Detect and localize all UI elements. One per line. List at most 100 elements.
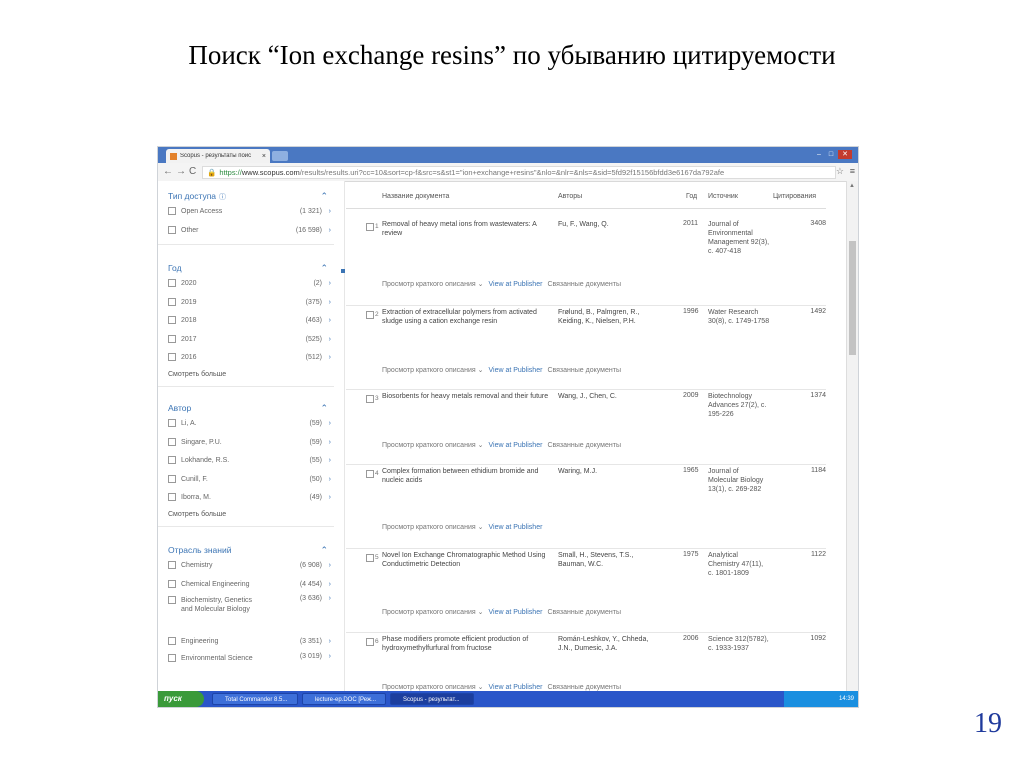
checkbox[interactable] [168,561,176,570]
facet-header[interactable]: Отрасль знаний ⌃ [168,543,334,557]
chevron-right-icon[interactable]: › [329,222,331,241]
facet-item[interactable]: Engineering (3 351) › [168,633,334,652]
checkbox[interactable] [168,353,176,362]
facet-item[interactable]: 2016 (512) › [168,349,334,368]
scrollbar-thumb[interactable] [849,241,856,355]
chevron-right-icon[interactable]: › [329,203,331,222]
browser-menu-icon[interactable]: ≡ [850,166,855,176]
chevron-right-icon[interactable]: › [329,331,331,350]
chevron-down-icon[interactable]: ⌄ [478,524,484,531]
document-title-link[interactable]: Biosorbents for heavy metals removal and… [382,392,552,401]
facet-item[interactable]: 2019 (375) › [168,294,334,313]
column-header-authors[interactable]: Авторы [558,193,582,200]
chevron-up-icon[interactable]: ⌃ [320,401,328,415]
citation-count[interactable]: 1492 [802,308,826,315]
facet-item[interactable]: Other (16 598) › [168,222,334,241]
checkbox[interactable] [168,279,176,288]
chevron-right-icon[interactable]: › [329,434,331,453]
abstract-toggle[interactable]: Просмотр краткого описания [382,524,476,531]
page-scrollbar[interactable]: ▲ [846,181,858,691]
see-more-link[interactable]: Смотреть больше [168,368,334,382]
checkbox[interactable] [168,334,176,343]
chevron-down-icon[interactable]: ⌄ [478,367,484,374]
tab-close-icon[interactable]: × [262,153,266,160]
chevron-right-icon[interactable]: › [329,312,331,331]
abstract-toggle[interactable]: Просмотр краткого описания [382,281,476,288]
authors[interactable]: Waring, M.J. [558,467,650,476]
facet-item[interactable]: Singare, P.U. (59) › [168,434,334,453]
authors[interactable]: Román-Leshkov, Y., Chheda, J.N., Dumesic… [558,635,650,653]
citation-count[interactable]: 1092 [802,635,826,642]
chevron-up-icon[interactable]: ⌃ [320,543,328,557]
info-icon[interactable]: ⓘ [219,194,226,201]
facet-item[interactable]: Cunill, F. (50) › [168,471,334,490]
scroll-up-icon[interactable]: ▲ [849,183,855,189]
authors[interactable]: Fu, F., Wang, Q. [558,220,650,229]
facet-item[interactable]: 2020 (2) › [168,275,334,294]
abstract-toggle[interactable]: Просмотр краткого описания [382,684,476,691]
chevron-right-icon[interactable]: › [329,576,331,595]
facet-item[interactable]: Lokhande, R.S. (55) › [168,452,334,471]
back-arrow-icon[interactable]: ← [163,166,173,177]
related-documents-link[interactable]: Связанные документы [547,609,621,616]
view-at-publisher-link[interactable]: View at Publisher [488,524,542,531]
citation-count[interactable]: 1374 [802,392,826,399]
facet-item[interactable]: Biochemistry, Genetics and Molecular Bio… [168,594,334,633]
checkbox[interactable] [168,474,176,483]
checkbox[interactable] [168,637,176,646]
document-title-link[interactable]: Removal of heavy metal ions from wastewa… [382,220,552,238]
citation-count[interactable]: 1122 [802,551,826,558]
checkbox[interactable] [168,419,176,428]
facet-item[interactable]: Open Access (1 321) › [168,203,334,222]
start-button[interactable]: пуск [158,691,204,707]
facet-item[interactable]: Iborra, M. (49) › [168,489,334,508]
authors[interactable]: Small, H., Stevens, T.S., Bauman, W.C. [558,551,650,569]
source[interactable]: Analytical Chemistry 47(11), c. 1801-180… [708,551,770,578]
facet-item[interactable]: Li, A. (59) › [168,415,334,434]
chevron-right-icon[interactable]: › [329,633,331,652]
document-title-link[interactable]: Novel Ion Exchange Chromatographic Metho… [382,551,552,569]
reload-icon[interactable]: C [189,166,196,177]
chevron-right-icon[interactable]: › [329,652,331,661]
facet-item[interactable]: Chemical Engineering (4 454) › [168,576,334,595]
citation-count[interactable]: 3408 [802,220,826,227]
document-title-link[interactable]: Complex formation between ethidium bromi… [382,467,552,485]
url-input[interactable]: 🔒 https://www.scopus.com/results/results.… [202,166,836,179]
chevron-down-icon[interactable]: ⌄ [478,442,484,449]
authors[interactable]: Frølund, B., Palmgren, R., Keiding, K., … [558,308,650,326]
checkbox[interactable] [366,470,374,478]
facet-item[interactable]: 2017 (525) › [168,331,334,350]
chevron-right-icon[interactable]: › [329,557,331,576]
view-at-publisher-link[interactable]: View at Publisher [488,281,542,288]
source[interactable]: Science 312(5782), c. 1933-1937 [708,635,770,653]
document-title-link[interactable]: Phase modifiers promote efficient produc… [382,635,552,653]
checkbox[interactable] [168,437,176,446]
checkbox[interactable] [366,395,374,403]
chevron-up-icon[interactable]: ⌃ [320,261,328,275]
browser-tab[interactable]: Scopus - результаты поис × [166,149,270,163]
checkbox[interactable] [366,223,374,231]
view-at-publisher-link[interactable]: View at Publisher [488,442,542,449]
related-documents-link[interactable]: Связанные документы [547,367,621,374]
checkbox[interactable] [168,456,176,465]
chevron-right-icon[interactable]: › [329,471,331,490]
chevron-down-icon[interactable]: ⌄ [478,684,484,691]
sidebar-collapse-handle[interactable] [341,269,345,273]
new-tab-button[interactable] [272,151,288,161]
checkbox[interactable] [366,638,374,646]
chevron-up-icon[interactable]: ⌃ [320,189,328,203]
close-window-icon[interactable]: ✕ [838,150,852,159]
minimize-icon[interactable]: – [814,150,824,159]
facet-item[interactable]: Chemistry (6 908) › [168,557,334,576]
chevron-right-icon[interactable]: › [329,349,331,368]
chevron-right-icon[interactable]: › [329,594,331,603]
forward-arrow-icon[interactable]: → [176,166,186,177]
facet-item[interactable]: 2018 (463) › [168,312,334,331]
chevron-right-icon[interactable]: › [329,415,331,434]
source[interactable]: Water Research 30(8), c. 1749-1758 [708,308,770,326]
column-header-cited[interactable]: Цитирования [773,193,816,200]
checkbox[interactable] [366,554,374,562]
bookmark-star-icon[interactable]: ☆ [836,166,844,177]
abstract-toggle[interactable]: Просмотр краткого описания [382,367,476,374]
facet-header[interactable]: Год ⌃ [168,261,334,275]
